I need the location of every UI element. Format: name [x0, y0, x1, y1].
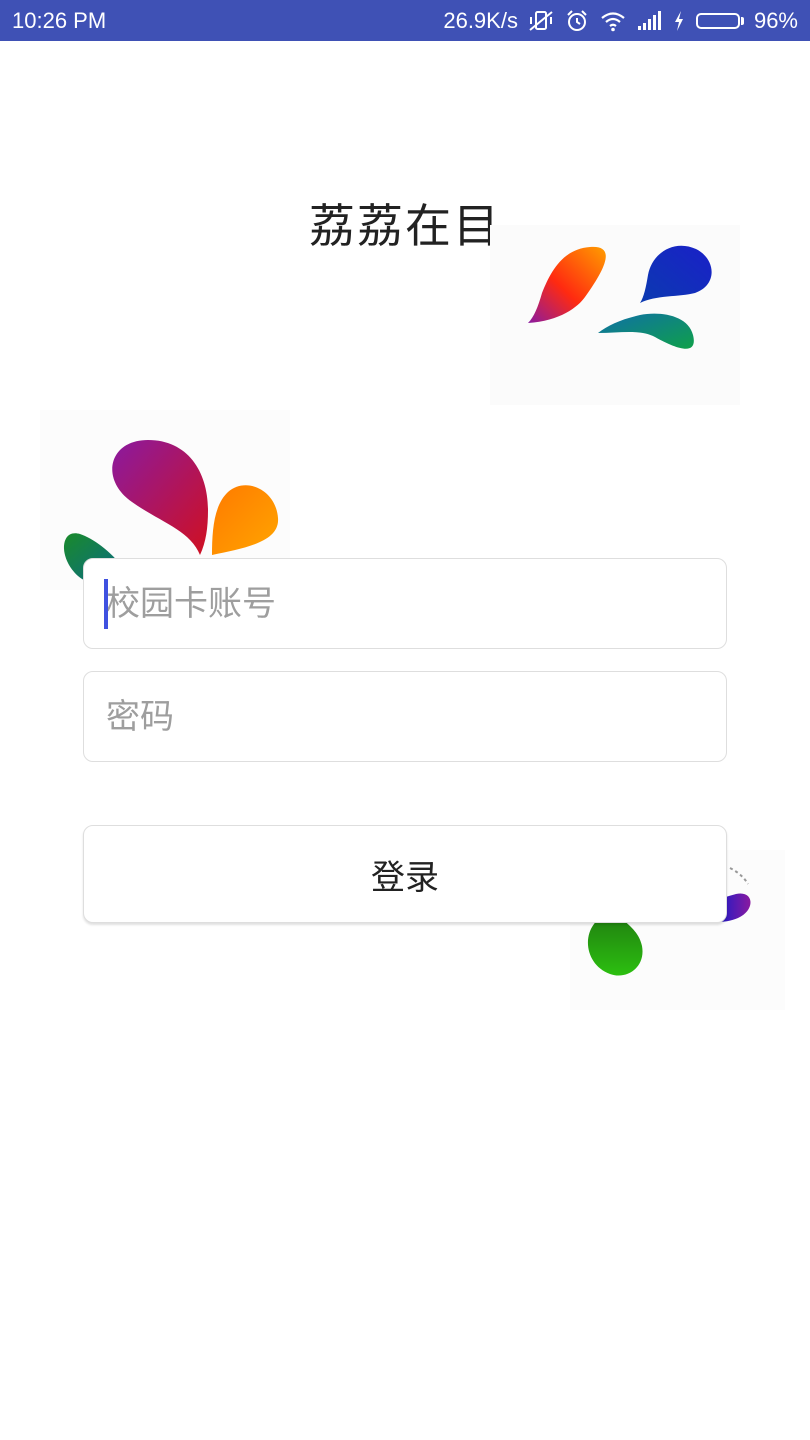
charging-icon [674, 11, 683, 31]
signal-icon [637, 11, 661, 30]
status-icons: 26.9K/s 96% [443, 8, 798, 34]
password-field[interactable] [83, 671, 727, 762]
alarm-icon [567, 10, 587, 31]
account-field[interactable] [83, 558, 727, 649]
text-cursor [104, 579, 108, 629]
account-input[interactable] [106, 559, 726, 648]
battery-icon [695, 13, 744, 29]
login-button[interactable]: 登录 [83, 825, 727, 923]
network-speed: 26.9K/s [443, 8, 518, 33]
password-input[interactable] [106, 672, 726, 761]
wifi-icon [601, 12, 625, 32]
decorative-petals-logo [490, 225, 740, 405]
vibrate-off-icon [529, 11, 553, 31]
battery-percent: 96% [753, 8, 798, 33]
status-time: 10:26 PM [12, 8, 107, 33]
status-bar: 10:26 PM 26.9K/s 96% [0, 0, 810, 41]
